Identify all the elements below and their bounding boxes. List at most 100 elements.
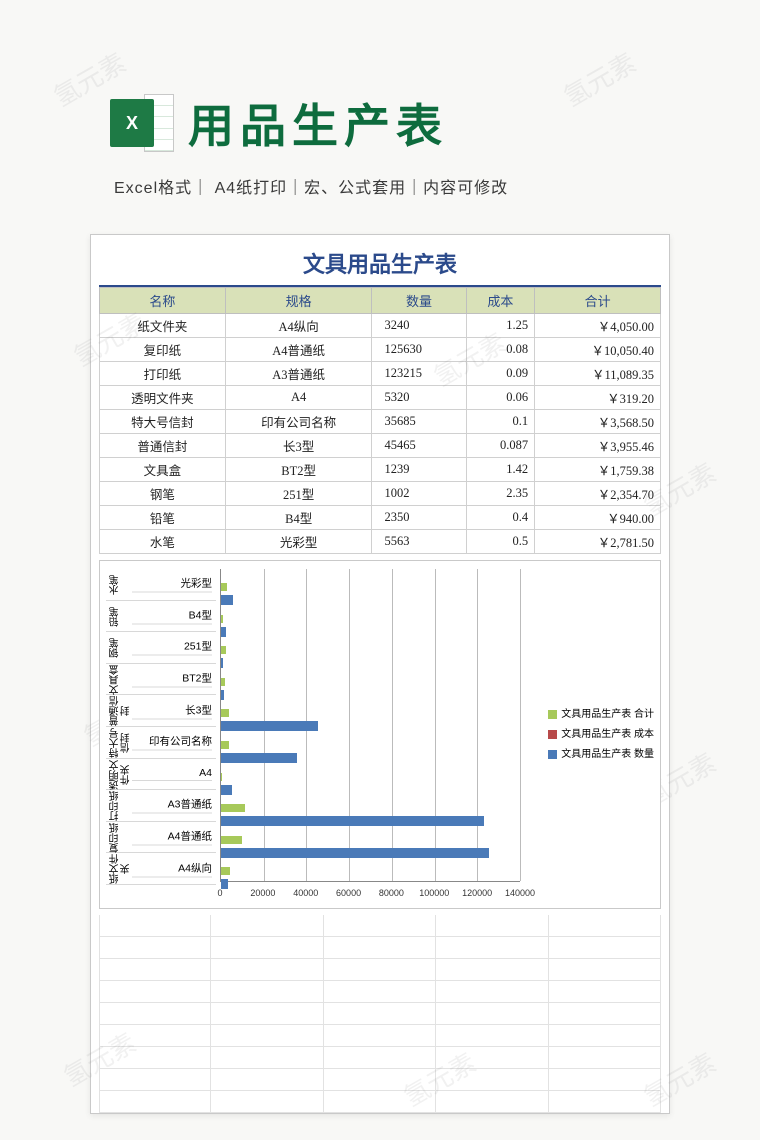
cell-name: 钢笔 <box>100 482 226 506</box>
cell-qty: 5563 <box>372 530 466 554</box>
cell-qty: 3240 <box>372 314 466 338</box>
table-row: 文具盒BT2型12391.42￥1,759.38 <box>100 458 661 482</box>
cell-total: ￥2,354.70 <box>535 482 661 506</box>
empty-cell <box>324 1091 436 1113</box>
cell-spec: BT2型 <box>225 458 372 482</box>
bar-qty <box>221 848 489 858</box>
empty-cell <box>549 1003 661 1025</box>
empty-cell <box>99 959 211 981</box>
empty-cell <box>436 1025 548 1047</box>
empty-cell <box>436 1047 548 1069</box>
table-row: 钢笔251型10022.35￥2,354.70 <box>100 482 661 506</box>
chart-category-spec: A4普通纸 <box>132 829 212 846</box>
chart-category-name: 铅笔 <box>110 601 134 633</box>
empty-cell <box>99 937 211 959</box>
bar-heji <box>221 615 223 623</box>
chart-category-spec: A3普通纸 <box>132 797 212 814</box>
cell-qty: 2350 <box>372 506 466 530</box>
cell-total: ￥940.00 <box>535 506 661 530</box>
chart-area: 020000400006000080000100000120000140000 … <box>99 560 661 909</box>
empty-cell <box>99 1003 211 1025</box>
chart-category-name: 水笔 <box>110 569 134 601</box>
cell-cost: 0.4 <box>466 506 535 530</box>
chart-category-name: 复印纸 <box>110 822 134 854</box>
empty-cell <box>211 981 323 1003</box>
empty-cell <box>211 1025 323 1047</box>
cell-cost: 1.42 <box>466 458 535 482</box>
chart-category-spec: A4 <box>132 767 212 781</box>
page-header: X 用品生产表 <box>0 0 760 156</box>
chart-category-name: 普通信封 <box>110 695 134 727</box>
cell-name: 纸文件夹 <box>100 314 226 338</box>
excel-x-icon: X <box>110 99 154 147</box>
col-qty: 数量 <box>372 288 466 314</box>
cell-qty: 45465 <box>372 434 466 458</box>
empty-cell <box>436 1003 548 1025</box>
empty-cell <box>324 1069 436 1091</box>
cell-spec: 印有公司名称 <box>225 410 372 434</box>
empty-cell <box>549 981 661 1003</box>
bar-qty <box>221 690 224 700</box>
empty-cell <box>549 937 661 959</box>
empty-cell <box>549 959 661 981</box>
cell-name: 透明文件夹 <box>100 386 226 410</box>
cell-qty: 1239 <box>372 458 466 482</box>
cell-total: ￥11,089.35 <box>535 362 661 386</box>
empty-cell <box>211 959 323 981</box>
cell-cost: 0.087 <box>466 434 535 458</box>
cell-spec: 长3型 <box>225 434 372 458</box>
cell-name: 文具盒 <box>100 458 226 482</box>
col-total: 合计 <box>535 288 661 314</box>
empty-cell <box>211 1003 323 1025</box>
bar-qty <box>221 753 297 763</box>
cell-cost: 2.35 <box>466 482 535 506</box>
table-header-row: 名称 规格 数量 成本 合计 <box>100 288 661 314</box>
cell-cost: 0.5 <box>466 530 535 554</box>
cell-cost: 1.25 <box>466 314 535 338</box>
cell-name: 铅笔 <box>100 506 226 530</box>
bar-heji <box>221 804 245 812</box>
cell-spec: A3普通纸 <box>225 362 372 386</box>
bar-heji <box>221 646 226 654</box>
bar-qty <box>221 627 226 637</box>
empty-cell <box>211 937 323 959</box>
cell-total: ￥3,568.50 <box>535 410 661 434</box>
bar-heji <box>221 836 242 844</box>
empty-cell <box>436 1069 548 1091</box>
empty-cell <box>436 1091 548 1113</box>
chart-category-name: 钢笔 <box>110 632 134 664</box>
swatch-icon <box>548 750 557 759</box>
chart-category-spec: BT2型 <box>132 671 212 688</box>
empty-cell <box>211 1069 323 1091</box>
bar-heji <box>221 741 229 749</box>
empty-cell <box>324 1025 436 1047</box>
empty-cell <box>99 1069 211 1091</box>
bar-qty <box>221 785 232 795</box>
page-subtitle: Excel格式｜ A4纸打印｜宏、公式套用｜内容可修改 <box>114 174 760 198</box>
cell-cost: 0.08 <box>466 338 535 362</box>
cell-total: ￥3,955.46 <box>535 434 661 458</box>
table-row: 纸文件夹A4纵向32401.25￥4,050.00 <box>100 314 661 338</box>
bar-qty <box>221 595 233 605</box>
swatch-icon <box>548 730 557 739</box>
cell-qty: 5320 <box>372 386 466 410</box>
chart-category-name: 文具盒 <box>110 664 134 696</box>
cell-cost: 0.09 <box>466 362 535 386</box>
empty-cell <box>99 1047 211 1069</box>
bar-heji <box>221 709 229 717</box>
empty-cell <box>436 981 548 1003</box>
chart-category-spec: A4纵向 <box>132 860 212 877</box>
chart-x-axis: 020000400006000080000100000120000140000 <box>220 886 520 904</box>
chart-category-spec: B4型 <box>132 607 212 624</box>
legend-item-heji: 文具用品生产表 合计 <box>548 706 654 724</box>
chart-category-spec: 251型 <box>132 639 212 656</box>
empty-cell <box>99 1091 211 1113</box>
col-spec: 规格 <box>225 288 372 314</box>
cell-name: 复印纸 <box>100 338 226 362</box>
empty-cell <box>324 981 436 1003</box>
bar-qty <box>221 721 318 731</box>
bar-qty <box>221 658 223 668</box>
cell-cost: 0.06 <box>466 386 535 410</box>
bar-heji <box>221 773 222 781</box>
empty-cell <box>436 937 548 959</box>
